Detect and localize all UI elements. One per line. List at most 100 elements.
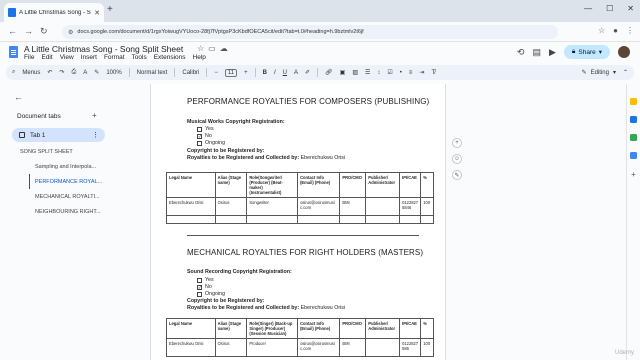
- performance-royalties-heading[interactable]: PERFORMANCE ROYALTIES FOR COMPOSERS (PUB…: [187, 97, 429, 106]
- underline-icon[interactable]: U: [283, 70, 287, 76]
- table-cell[interactable]: [399, 215, 422, 224]
- table-cell[interactable]: osirus@osirusmusic.com: [297, 338, 341, 357]
- checkbox[interactable]: [197, 277, 202, 283]
- menu-help[interactable]: Help: [193, 54, 206, 61]
- reload-icon[interactable]: ↻: [40, 26, 48, 37]
- table-cell[interactable]: Osirus: [214, 338, 248, 357]
- undo-icon[interactable]: ↶: [47, 69, 52, 76]
- more-options-icon[interactable]: ⋮: [92, 131, 99, 139]
- close-panel-arrow-icon[interactable]: ←: [14, 92, 23, 102]
- table-cell[interactable]: Eberechukwu Orisi: [166, 338, 216, 357]
- document-page[interactable]: PERFORMANCE ROYALTIES FOR COMPOSERS (PUB…: [150, 84, 446, 360]
- move-folder-icon[interactable]: ▭: [208, 44, 216, 53]
- outline-item-sampling[interactable]: Sampling and Interpola...: [20, 159, 130, 174]
- tasks-icon[interactable]: [630, 116, 637, 123]
- search-menus-icon[interactable]: ⌕: [12, 69, 15, 76]
- table-cell[interactable]: [420, 215, 434, 224]
- new-tab-icon[interactable]: +: [107, 5, 113, 15]
- zoom-select[interactable]: 100%: [106, 70, 121, 76]
- table-cell[interactable]: 100: [420, 338, 434, 357]
- browser-menu-icon[interactable]: ⋮: [626, 26, 634, 35]
- table-cell[interactable]: osirus@osirusmusic.com: [297, 197, 341, 216]
- font-size-input[interactable]: 11: [224, 68, 238, 77]
- print-icon[interactable]: ⎙: [71, 69, 76, 76]
- table-cell[interactable]: [246, 215, 299, 224]
- table-cell[interactable]: [297, 215, 341, 224]
- checkbox-checked[interactable]: ✓: [197, 284, 202, 290]
- bulleted-list-icon[interactable]: •: [400, 70, 402, 76]
- add-comment-icon[interactable]: ▣: [340, 69, 346, 76]
- editing-mode-button[interactable]: ✎ Editing ▾: [582, 69, 616, 77]
- share-button[interactable]: 🔒︎ Share ▾: [563, 45, 610, 59]
- bold-icon[interactable]: B: [263, 70, 267, 76]
- add-ons-plus-icon[interactable]: +: [631, 170, 636, 179]
- outline-item-song-split-sheet[interactable]: SONG SPLIT SHEET: [20, 144, 130, 159]
- add-tab-icon[interactable]: +: [92, 111, 97, 120]
- style-select[interactable]: Normal text: [137, 70, 168, 76]
- menu-view[interactable]: View: [60, 54, 74, 61]
- comments-icon[interactable]: ▤: [532, 47, 541, 58]
- outline-item-mechanical-royalties[interactable]: MECHANICAL ROYALTI...: [20, 189, 130, 204]
- cloud-status-icon[interactable]: ☁: [220, 44, 228, 53]
- menu-format[interactable]: Format: [104, 54, 125, 61]
- outline-item-performance-royalties[interactable]: PERFORMANCE ROYAL...: [29, 174, 130, 189]
- increase-size-icon[interactable]: +: [244, 70, 248, 76]
- suggest-edits-icon[interactable]: ✎: [452, 170, 462, 180]
- star-icon[interactable]: ☆: [197, 44, 204, 53]
- tab-1[interactable]: Tab 1 ⋮: [12, 128, 105, 142]
- table-cell[interactable]: Osirus: [214, 197, 248, 216]
- table-cell[interactable]: BMI: [339, 197, 367, 216]
- back-icon[interactable]: ←: [8, 26, 17, 36]
- table-cell[interactable]: [365, 338, 401, 357]
- option-yes[interactable]: Yes: [197, 126, 214, 132]
- minimize-icon[interactable]: —: [584, 4, 592, 13]
- option-no[interactable]: ✓ No: [197, 284, 212, 290]
- font-select[interactable]: Calibri: [182, 70, 199, 76]
- menu-file[interactable]: File: [24, 54, 34, 61]
- emoji-reaction-icon[interactable]: ☺: [452, 154, 462, 164]
- browser-tab[interactable]: A Little Christmas Song - Song ✕: [4, 3, 104, 22]
- option-yes[interactable]: Yes: [197, 277, 214, 283]
- url-field[interactable]: ⚙ docs.google.com/document/d/1rgxYoiwugV…: [62, 25, 558, 39]
- italic-icon[interactable]: I: [274, 70, 276, 76]
- indent-icon[interactable]: ⇥: [419, 69, 424, 76]
- table-cell[interactable]: 0122827586: [399, 338, 422, 357]
- menu-edit[interactable]: Edit: [41, 54, 52, 61]
- menu-extensions[interactable]: Extensions: [154, 54, 186, 61]
- contacts-icon[interactable]: [630, 134, 637, 141]
- table-cell[interactable]: Producer: [246, 338, 299, 357]
- profile-icon[interactable]: ●: [613, 26, 618, 35]
- table-cell[interactable]: Songwriter: [246, 197, 299, 216]
- option-ongoing[interactable]: Ongoing: [197, 291, 225, 297]
- menu-tools[interactable]: Tools: [132, 54, 147, 61]
- add-comment-icon[interactable]: +: [452, 138, 462, 148]
- clear-format-icon[interactable]: T̸: [431, 70, 435, 76]
- table-cell[interactable]: Eberechukwu Orisi: [166, 197, 216, 216]
- maps-icon[interactable]: [630, 152, 637, 159]
- close-tab-icon[interactable]: ✕: [94, 9, 100, 17]
- text-color-icon[interactable]: A: [294, 70, 298, 76]
- menus-label[interactable]: Menus: [22, 70, 40, 76]
- maximize-icon[interactable]: ☐: [606, 4, 613, 13]
- table-cell[interactable]: [339, 215, 367, 224]
- docs-logo-icon[interactable]: [9, 46, 18, 58]
- table-cell[interactable]: BMI: [339, 338, 367, 357]
- table-cell[interactable]: 01228275846: [399, 197, 422, 216]
- align-icon[interactable]: ☰: [365, 69, 370, 76]
- highlight-icon[interactable]: ✐: [305, 69, 310, 76]
- table-cell[interactable]: [365, 197, 401, 216]
- mechanical-royalties-heading[interactable]: MECHANICAL ROYALTIES FOR RIGHT HOLDERS (…: [187, 248, 423, 257]
- checkbox[interactable]: [197, 126, 202, 132]
- numbered-list-icon[interactable]: ≡: [409, 70, 413, 76]
- history-icon[interactable]: ⟲: [517, 47, 525, 58]
- link-icon[interactable]: 🔗︎: [325, 69, 333, 76]
- redo-icon[interactable]: ↷: [59, 69, 64, 76]
- line-spacing-icon[interactable]: ↕: [377, 70, 380, 76]
- option-ongoing[interactable]: Ongoing: [197, 140, 225, 146]
- decrease-size-icon[interactable]: −: [214, 70, 218, 76]
- chevron-down-icon[interactable]: ▾: [599, 48, 602, 56]
- document-title[interactable]: A Little Christmas Song - Song Split She…: [24, 44, 183, 54]
- checkbox[interactable]: [197, 140, 202, 146]
- spellcheck-icon[interactable]: A: [83, 70, 87, 76]
- outline-item-neighbouring-rights[interactable]: NEIGHBOURING RIGHT...: [20, 204, 130, 219]
